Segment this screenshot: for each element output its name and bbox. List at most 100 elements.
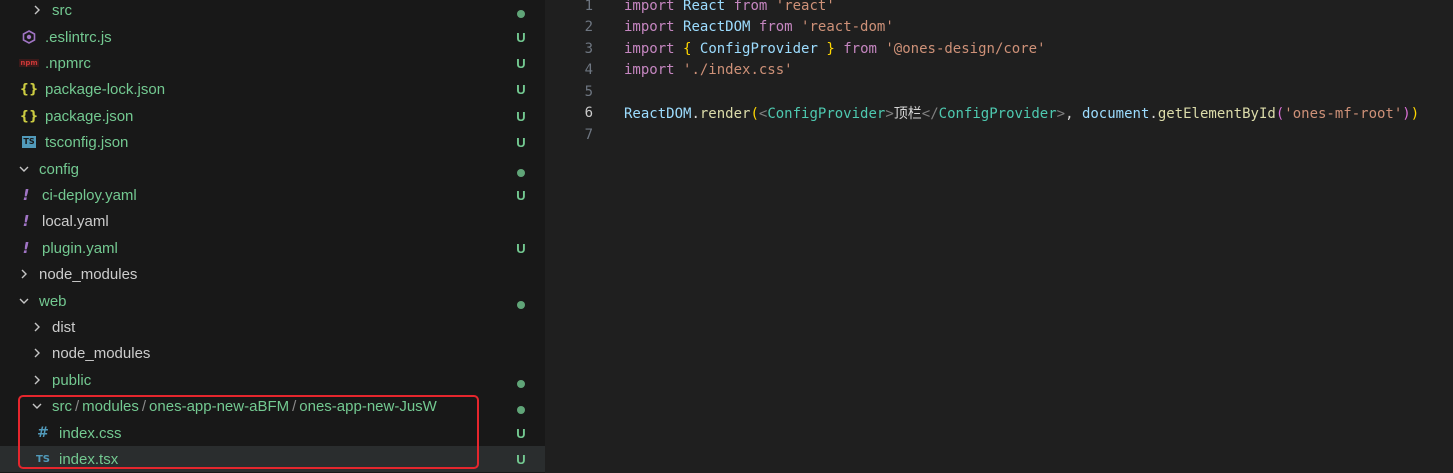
code-token: from (843, 40, 877, 57)
chevron-right-icon[interactable] (31, 321, 43, 333)
code-line[interactable]: 1 import React from 'react' (545, 0, 1453, 16)
code-text[interactable]: import './index.css' (624, 62, 793, 78)
folder-item[interactable]: config (0, 156, 545, 182)
file-item[interactable]: {} package-lock.json U (0, 76, 545, 102)
code-token: getElementById (1157, 106, 1276, 122)
yaml-icon: ! (22, 186, 30, 204)
code-text[interactable]: import React from 'react' (624, 0, 835, 14)
item-label: index.tsx (59, 450, 119, 468)
code-line[interactable]: 3 import { ConfigProvider } from '@ones-d… (545, 38, 1453, 59)
item-label: src (52, 1, 72, 19)
folder-item[interactable]: public (0, 367, 545, 393)
chevron-right-icon[interactable] (31, 374, 43, 386)
file-item[interactable]: TS tsconfig.json U (0, 129, 545, 155)
code-text[interactable]: ReactDOM.render(<ConfigProvider>顶栏</Conf… (624, 103, 1419, 123)
chevron-right-icon[interactable] (31, 347, 43, 359)
chevron-down-icon[interactable] (18, 163, 30, 175)
code-token: ReactDOM (683, 19, 751, 35)
file-item[interactable]: .eslintrc.js U (0, 24, 545, 50)
folder-item[interactable]: web (0, 288, 545, 314)
code-token: import (624, 0, 675, 14)
folder-item[interactable]: dist (0, 314, 545, 340)
item-label: package.json (45, 107, 134, 125)
file-item[interactable]: # index.css U (0, 420, 545, 446)
item-label: ci-deploy.yaml (42, 186, 137, 204)
item-label: index.css (59, 424, 122, 442)
code-token: 'react' (775, 0, 835, 14)
code-token: , (1065, 106, 1082, 122)
code-line[interactable]: 2 import ReactDOM from 'react-dom' (545, 17, 1453, 38)
code-text[interactable]: import { ConfigProvider } from '@ones-de… (624, 41, 1046, 57)
file-item[interactable]: TS index.tsx U (0, 446, 545, 472)
git-status-badge: U (516, 29, 526, 45)
code-token: ConfigProvider (938, 106, 1057, 122)
item-label: node_modules (52, 344, 151, 362)
modified-dot-indicator (515, 376, 527, 388)
git-status-badge: U (516, 108, 526, 124)
item-label: node_modules (39, 265, 138, 283)
git-status-badge: U (516, 451, 526, 467)
item-label: plugin.yaml (42, 239, 118, 257)
file-item[interactable]: ! local.yaml (0, 208, 545, 234)
code-line[interactable]: 6 ReactDOM.render(<ConfigProvider>顶栏</Con… (545, 103, 1453, 124)
code-token: import (624, 19, 675, 35)
item-label: config (39, 160, 80, 178)
chevron-down-icon[interactable] (31, 400, 43, 412)
code-token: document (1081, 106, 1150, 122)
item-label: tsconfig.json (45, 133, 129, 151)
modified-dot-indicator (515, 165, 527, 177)
tsx-icon: TS (35, 453, 51, 465)
item-label: .npmrc (45, 54, 91, 72)
folder-path-segment[interactable]: modules (82, 398, 139, 415)
file-item[interactable]: npm .npmrc U (0, 50, 545, 76)
code-token: React (683, 0, 726, 14)
file-item[interactable]: {} package.json U (0, 103, 545, 129)
chevron-right-icon[interactable] (18, 268, 30, 280)
folder-path-segment[interactable]: ones-app-new-JusW (299, 398, 437, 415)
code-token: 'react-dom' (801, 19, 894, 35)
code-token: from (733, 0, 768, 14)
folder-item[interactable]: src / modules / ones-app-new-aBFM / ones-app-n… (0, 393, 545, 419)
css-icon: # (37, 425, 49, 441)
modified-dot-indicator (515, 297, 527, 309)
git-status-badge: U (516, 240, 526, 256)
item-label: public (52, 371, 92, 389)
git-status-badge: U (516, 55, 526, 71)
compact-folder-path[interactable]: src / modules / ones-app-new-aBFM / ones-app-n… (52, 398, 437, 415)
line-number: 1 (584, 0, 593, 14)
file-item[interactable]: src (0, 0, 545, 23)
code-token: } (826, 40, 835, 57)
code-line[interactable]: 4 import './index.css' (545, 60, 1453, 81)
file-item[interactable]: ! plugin.yaml U (0, 235, 545, 261)
code-token: ( (750, 106, 759, 122)
item-label: .eslintrc.js (45, 28, 112, 46)
chevron-down-icon[interactable] (18, 295, 30, 307)
line-number: 3 (584, 40, 593, 57)
folder-path-segment[interactable]: src (52, 398, 72, 415)
code-token: ConfigProvider (699, 40, 818, 57)
file-item[interactable]: ! ci-deploy.yaml U (0, 182, 545, 208)
folder-item[interactable]: node_modules (0, 340, 545, 366)
code-token: './index.css' (683, 62, 793, 78)
npm-icon: npm (19, 59, 39, 67)
git-status-badge: U (516, 187, 526, 203)
chevron-right-icon[interactable] (31, 4, 43, 16)
code-line[interactable]: 7 (545, 124, 1453, 145)
item-label: package-lock.json (45, 80, 166, 98)
code-editor[interactable]: 1 import React from 'react' 2 import ReactD… (545, 0, 1453, 473)
json-icon: {} (19, 81, 39, 97)
code-line[interactable]: 5 (545, 81, 1453, 102)
folder-path-segment[interactable]: ones-app-new-aBFM (149, 398, 289, 415)
line-number: 6 (584, 105, 593, 121)
folder-item[interactable]: node_modules (0, 261, 545, 287)
code-text[interactable]: import ReactDOM from 'react-dom' (624, 19, 894, 35)
code-token: 'ones-mf-root' (1284, 106, 1403, 122)
